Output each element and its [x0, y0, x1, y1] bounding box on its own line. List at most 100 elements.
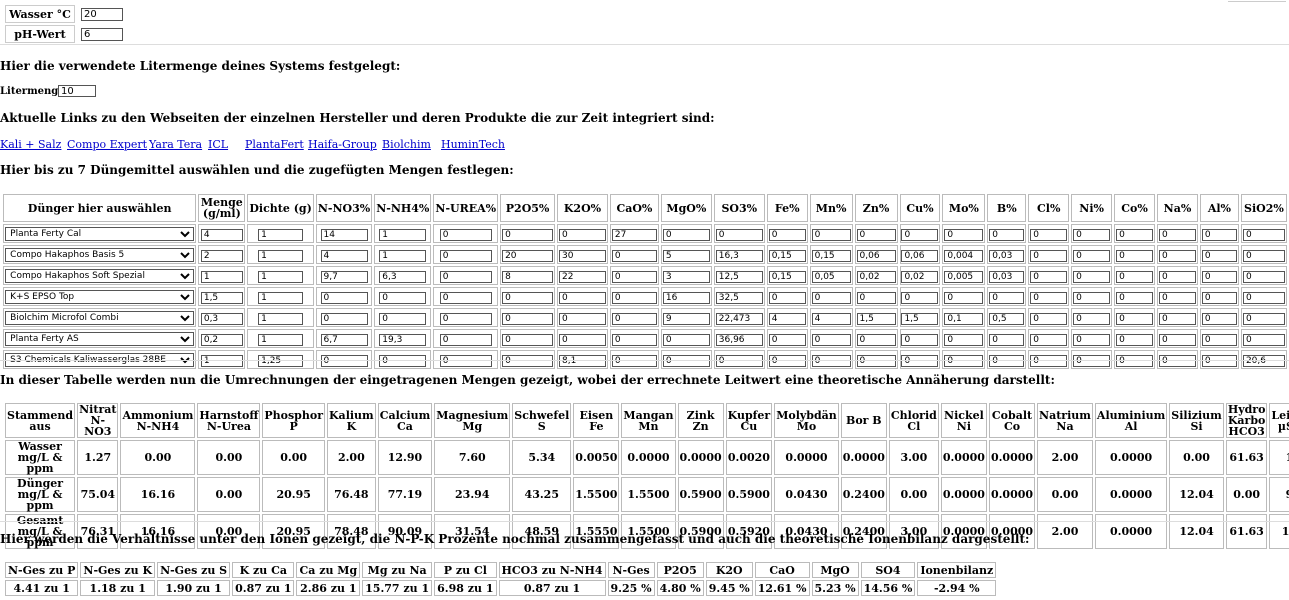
- nutrient-input[interactable]: [1201, 333, 1237, 346]
- nutrient-input[interactable]: [379, 228, 427, 241]
- nutrient-input[interactable]: [901, 291, 939, 304]
- nutrient-input[interactable]: [856, 228, 896, 241]
- nutrient-input[interactable]: [811, 228, 851, 241]
- density-input[interactable]: [258, 249, 304, 262]
- nutrient-input[interactable]: [320, 291, 368, 304]
- nutrient-input[interactable]: [811, 270, 851, 283]
- nutrient-input[interactable]: [662, 228, 710, 241]
- nutrient-input[interactable]: [662, 333, 710, 346]
- water-temp-input[interactable]: [81, 8, 123, 21]
- liter-input[interactable]: [58, 85, 96, 97]
- nutrient-input[interactable]: [1073, 270, 1111, 283]
- nutrient-input[interactable]: [502, 270, 554, 283]
- nutrient-input[interactable]: [901, 312, 939, 325]
- nutrient-input[interactable]: [768, 333, 806, 346]
- nutrient-input[interactable]: [1158, 291, 1196, 304]
- nutrient-input[interactable]: [559, 249, 606, 262]
- nutrient-input[interactable]: [901, 333, 939, 346]
- nutrient-input[interactable]: [768, 312, 806, 325]
- nutrient-input[interactable]: [1158, 249, 1196, 262]
- nutrient-input[interactable]: [989, 291, 1025, 304]
- nutrient-input[interactable]: [944, 291, 984, 304]
- nutrient-input[interactable]: [611, 312, 657, 325]
- nutrient-input[interactable]: [379, 291, 427, 304]
- nutrient-input[interactable]: [856, 270, 896, 283]
- nutrient-input[interactable]: [989, 270, 1025, 283]
- nutrient-input[interactable]: [1030, 249, 1068, 262]
- nutrient-input[interactable]: [811, 333, 851, 346]
- nutrient-input[interactable]: [320, 228, 368, 241]
- nutrient-input[interactable]: [1242, 291, 1285, 304]
- nutrient-input[interactable]: [1201, 228, 1237, 241]
- nutrient-input[interactable]: [901, 249, 939, 262]
- nutrient-input[interactable]: [320, 270, 368, 283]
- nutrient-input[interactable]: [1201, 249, 1237, 262]
- fertilizer-select[interactable]: K+S EPSO Top: [5, 290, 195, 304]
- nutrient-input[interactable]: [439, 270, 492, 283]
- nutrient-input[interactable]: [1116, 333, 1154, 346]
- nutrient-input[interactable]: [439, 312, 492, 325]
- nutrient-input[interactable]: [379, 270, 427, 283]
- link-biolchim[interactable]: Biolchim: [382, 138, 431, 151]
- fertilizer-select[interactable]: Biolchim Microfol Combi: [5, 311, 195, 325]
- nutrient-input[interactable]: [1158, 270, 1196, 283]
- amount-input[interactable]: [200, 312, 243, 325]
- nutrient-input[interactable]: [502, 249, 554, 262]
- amount-input[interactable]: [200, 228, 243, 241]
- nutrient-input[interactable]: [1242, 312, 1285, 325]
- nutrient-input[interactable]: [1073, 333, 1111, 346]
- nutrient-input[interactable]: [989, 312, 1025, 325]
- nutrient-input[interactable]: [944, 312, 984, 325]
- nutrient-input[interactable]: [1116, 228, 1154, 241]
- nutrient-input[interactable]: [989, 333, 1025, 346]
- nutrient-input[interactable]: [1030, 312, 1068, 325]
- nutrient-input[interactable]: [811, 312, 851, 325]
- nutrient-input[interactable]: [1242, 270, 1285, 283]
- ph-input[interactable]: [81, 28, 123, 41]
- nutrient-input[interactable]: [989, 228, 1025, 241]
- nutrient-input[interactable]: [1242, 333, 1285, 346]
- nutrient-input[interactable]: [611, 249, 657, 262]
- nutrient-input[interactable]: [901, 228, 939, 241]
- nutrient-input[interactable]: [379, 249, 427, 262]
- nutrient-input[interactable]: [856, 312, 896, 325]
- nutrient-input[interactable]: [662, 312, 710, 325]
- nutrient-input[interactable]: [768, 270, 806, 283]
- link-icl[interactable]: ICL: [208, 138, 228, 151]
- nutrient-input[interactable]: [1116, 270, 1154, 283]
- nutrient-input[interactable]: [611, 291, 657, 304]
- nutrient-input[interactable]: [662, 291, 710, 304]
- nutrient-input[interactable]: [901, 270, 939, 283]
- nutrient-input[interactable]: [1201, 270, 1237, 283]
- nutrient-input[interactable]: [502, 291, 554, 304]
- nutrient-input[interactable]: [611, 228, 657, 241]
- nutrient-input[interactable]: [379, 333, 427, 346]
- link-haifa-group[interactable]: Haifa-Group: [308, 138, 377, 151]
- nutrient-input[interactable]: [439, 228, 492, 241]
- nutrient-input[interactable]: [1030, 291, 1068, 304]
- density-input[interactable]: [258, 270, 304, 283]
- link-kali-salz[interactable]: Kali + Salz: [0, 138, 61, 151]
- nutrient-input[interactable]: [1116, 312, 1154, 325]
- nutrient-input[interactable]: [559, 333, 606, 346]
- nutrient-input[interactable]: [1242, 249, 1285, 262]
- nutrient-input[interactable]: [320, 333, 368, 346]
- nutrient-input[interactable]: [559, 270, 606, 283]
- nutrient-input[interactable]: [715, 270, 763, 283]
- amount-input[interactable]: [200, 249, 243, 262]
- nutrient-input[interactable]: [944, 228, 984, 241]
- nutrient-input[interactable]: [1242, 228, 1285, 241]
- nutrient-input[interactable]: [856, 291, 896, 304]
- nutrient-input[interactable]: [1116, 291, 1154, 304]
- nutrient-input[interactable]: [1116, 249, 1154, 262]
- amount-input[interactable]: [200, 270, 243, 283]
- nutrient-input[interactable]: [502, 312, 554, 325]
- nutrient-input[interactable]: [715, 291, 763, 304]
- nutrient-input[interactable]: [1158, 333, 1196, 346]
- fertilizer-select[interactable]: Planta Ferty AS: [5, 332, 195, 346]
- nutrient-input[interactable]: [1201, 312, 1237, 325]
- nutrient-input[interactable]: [1158, 228, 1196, 241]
- nutrient-input[interactable]: [611, 333, 657, 346]
- nutrient-input[interactable]: [502, 333, 554, 346]
- nutrient-input[interactable]: [502, 228, 554, 241]
